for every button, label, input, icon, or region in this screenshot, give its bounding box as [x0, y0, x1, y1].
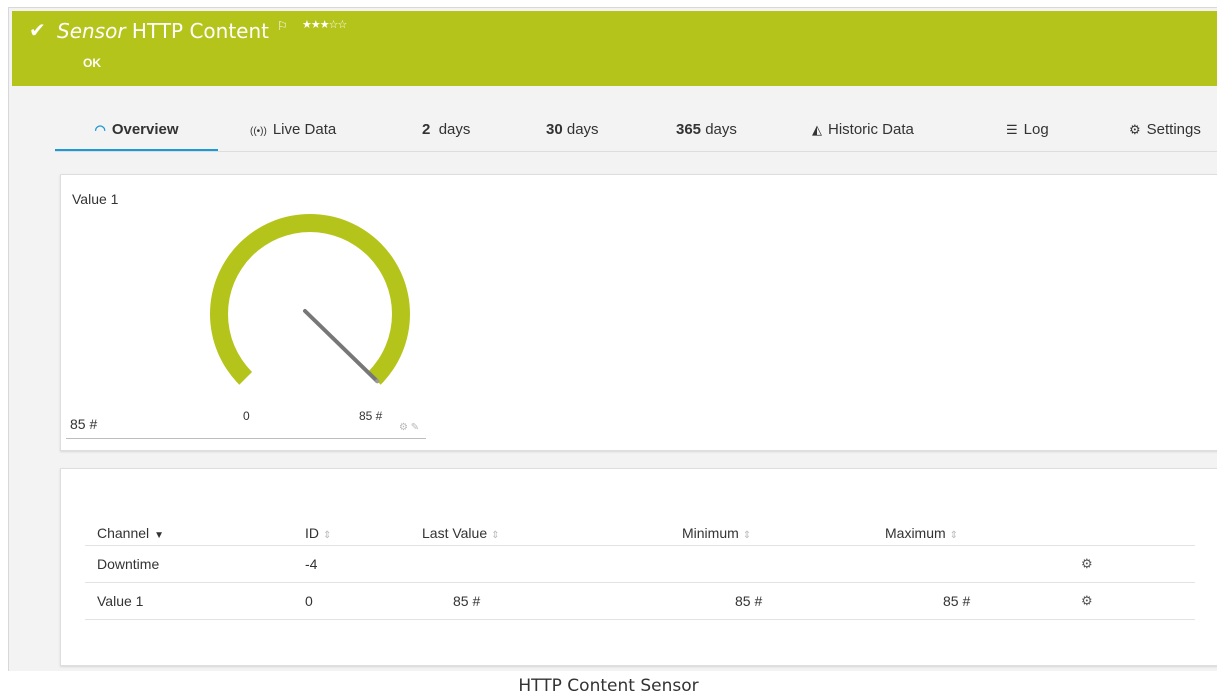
sort-desc-icon: ▼	[154, 530, 165, 541]
tab-number: 2	[422, 121, 431, 138]
pin-icon[interactable]: ✎	[411, 422, 419, 433]
figure-caption: HTTP Content Sensor	[518, 676, 699, 696]
sort-icon: ⇕	[491, 530, 500, 541]
tab-label: Overview	[111, 121, 179, 138]
col-label: Last Value	[422, 525, 488, 541]
gauge-min-label: 0	[243, 409, 250, 423]
gauge-value: 85 #	[70, 416, 98, 432]
channel-id: -4	[305, 556, 318, 572]
col-header-channel[interactable]: Channel ▼	[97, 525, 164, 541]
gauge-pivot	[375, 379, 380, 384]
tab-historic-data[interactable]: ◭ Historic Data	[812, 112, 914, 152]
channel-settings-icon[interactable]: ⚙	[1081, 556, 1093, 572]
tab-divider	[55, 151, 1217, 152]
col-label: ID	[305, 525, 319, 541]
last-value: 85 #	[453, 593, 481, 609]
tab-settings[interactable]: ⚙ Settings	[1129, 112, 1201, 152]
col-label: Channel	[97, 525, 150, 541]
maximum-value: 85 #	[943, 593, 971, 609]
table-row[interactable]: Value 1 0 85 # 85 # 85 # ⚙	[85, 583, 1195, 620]
col-header-minimum[interactable]: Minimum ⇕	[682, 525, 751, 541]
gauge-arc	[209, 214, 410, 385]
col-header-id[interactable]: ID ⇕	[305, 525, 331, 541]
sort-icon: ⇕	[742, 530, 752, 541]
tab-overview[interactable]: ◠ Overview	[55, 112, 218, 152]
tab-label: Log	[1023, 121, 1049, 138]
sensor-name: HTTP Content	[131, 19, 270, 43]
sensor-title: Sensor HTTP Content	[57, 19, 269, 43]
minimum-value: 85 #	[735, 593, 763, 609]
tab-label: days	[438, 121, 471, 138]
col-header-maximum[interactable]: Maximum ⇕	[885, 525, 958, 541]
tab-bar: ◠ Overview ((•)) Live Data 2 days 30 days …	[55, 112, 1217, 152]
settings-icon[interactable]: ⚙	[399, 422, 408, 433]
sensor-kind: Sensor	[57, 19, 126, 43]
sort-icon: ⇕	[323, 530, 332, 541]
gauge-tools: ⚙ ✎	[399, 422, 419, 433]
tab-2-days[interactable]: 2 days	[422, 112, 470, 152]
tab-30-days[interactable]: 30 days	[546, 112, 599, 152]
col-header-last-value[interactable]: Last Value ⇕	[422, 525, 500, 541]
gauge-icon: ◠	[94, 122, 106, 137]
tab-label: Settings	[1146, 121, 1201, 138]
gear-icon: ⚙	[1129, 122, 1141, 137]
live-icon: ((•))	[250, 126, 267, 137]
gauge-needle	[303, 309, 380, 384]
tab-label: Historic Data	[828, 121, 914, 138]
area-chart-icon: ◭	[812, 122, 822, 137]
tab-live-data[interactable]: ((•)) Live Data	[250, 112, 336, 152]
status-badge: OK	[83, 56, 101, 70]
priority-stars[interactable]: ★★★☆☆	[302, 18, 347, 31]
channel-table: Channel ▼ ID ⇕ Last Value ⇕ Minimum ⇕ Maximu…	[85, 521, 1195, 620]
channel-id: 0	[305, 593, 313, 609]
tab-log[interactable]: ☰ Log	[1006, 112, 1049, 152]
check-icon: ✔	[29, 20, 46, 42]
channel-settings-icon[interactable]: ⚙	[1081, 593, 1093, 609]
channel-table-card: Channel ▼ ID ⇕ Last Value ⇕ Minimum ⇕ Maximu…	[60, 468, 1217, 666]
gauge-chart	[209, 214, 410, 385]
sensor-header: ✔ Sensor HTTP Content ⚐ ★★★☆☆ OK	[12, 11, 1217, 86]
tab-number: 30	[546, 121, 563, 138]
sort-icon: ⇕	[949, 530, 959, 541]
table-row[interactable]: Downtime -4 ⚙	[85, 546, 1195, 583]
gauge-underline	[66, 438, 426, 439]
tab-365-days[interactable]: 365 days	[676, 112, 737, 152]
list-icon: ☰	[1006, 122, 1018, 137]
gauge-card: Value 1 0 85 # 85 # ⚙ ✎	[60, 174, 1217, 451]
tab-label: days	[705, 121, 737, 138]
flag-icon[interactable]: ⚐	[277, 19, 288, 33]
tab-label: Live Data	[272, 121, 337, 138]
gauge-max-label: 85 #	[359, 409, 383, 423]
channel-name[interactable]: Downtime	[97, 556, 159, 572]
tab-number: 365	[676, 121, 702, 138]
col-label: Minimum	[682, 525, 739, 541]
tab-label: days	[566, 121, 599, 138]
table-header-row: Channel ▼ ID ⇕ Last Value ⇕ Minimum ⇕ Maximu…	[85, 521, 1195, 546]
col-label: Maximum	[885, 525, 946, 541]
channel-name[interactable]: Value 1	[97, 593, 143, 609]
